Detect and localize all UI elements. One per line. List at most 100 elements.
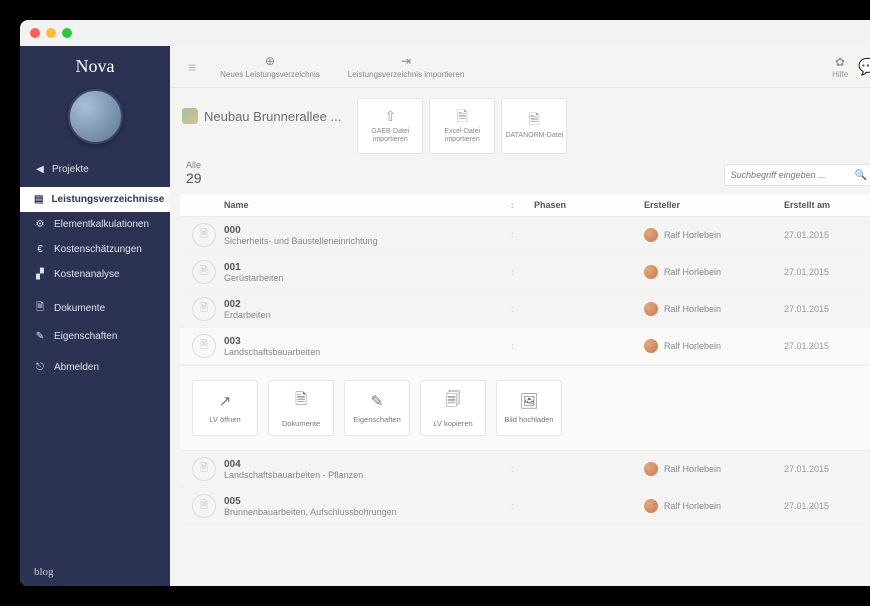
row-date: 27.01.2015 (784, 501, 870, 511)
filter-all-label[interactable]: Alle (186, 160, 202, 170)
row-name: 002Erdarbeiten (224, 299, 510, 320)
import-tiles: ⇧ GAEB-Datei importieren 🗎 Excel-Datei i… (357, 98, 567, 154)
list-icon: ▤ (34, 194, 43, 205)
row-sort-icon: ↕ (510, 464, 534, 475)
logout-icon: ⎋ (34, 362, 46, 373)
row-sort-icon: ↕ (510, 230, 534, 241)
sidebar-item-label: Leistungsverzeichnisse (51, 194, 164, 205)
top-action-label: Neues Leistungsverzeichnis (220, 70, 320, 79)
row-sort-icon: ↕ (510, 304, 534, 315)
project-avatar[interactable] (68, 89, 123, 144)
row-creator: Ralf Horlebein (644, 228, 784, 242)
plus-circle-icon: ⊕ (265, 54, 275, 68)
action-label: LV öffnen (209, 415, 240, 424)
row-name: 001Gerüstarbeiten (224, 262, 510, 283)
sidebar-item-abmelden[interactable]: ⎋ Abmelden (20, 355, 170, 380)
row-creator: Ralf Horlebein (644, 265, 784, 279)
row-name: 003Landschaftsbauarbeiten (224, 336, 510, 357)
avatar-wrap (20, 83, 170, 158)
row-creator: Ralf Horlebein (644, 462, 784, 476)
col-erstellt[interactable]: Erstellt am (784, 200, 870, 210)
action-icon: ✎ (371, 392, 384, 410)
row-action-eigenschaften[interactable]: ✎Eigenschaften (344, 380, 410, 436)
table-row[interactable]: 🗎004Landschaftsbauarbeiten - Pflanzen↕Ra… (180, 451, 870, 488)
sidebar-item-dokumente[interactable]: 🗎 Dokumente (20, 293, 170, 324)
chart-icon: ▞ (34, 269, 46, 280)
filter-row: Alle 29 🔍 (170, 154, 870, 194)
messages-button[interactable]: 💬 5 (858, 57, 870, 77)
sidebar-item-kostenanalyse[interactable]: ▞ Kostenanalyse (20, 262, 170, 287)
calc-icon: ⚙ (34, 219, 46, 230)
avatar-icon (644, 228, 658, 242)
sidebar-item-kostenschaetzungen[interactable]: € Kostenschätzungen (20, 237, 170, 262)
action-label: LV kopieren (433, 419, 472, 428)
breadcrumb[interactable]: Neubau Brunnerallee ... (182, 98, 341, 124)
table-row[interactable]: 🗎003Landschaftsbauarbeiten↕Ralf Horlebei… (180, 328, 870, 365)
action-icon: 🗐 (446, 389, 461, 414)
row-action-dokumente[interactable]: 🗎Dokumente (268, 380, 334, 436)
sidebar-nav: ◀ Projekte ▤ Leistungsverzeichnisse ⚙ El… (20, 158, 170, 380)
row-sort-icon: ↕ (510, 501, 534, 512)
row-doc-icon: 🗎 (192, 223, 216, 247)
row-date: 27.01.2015 (784, 304, 870, 314)
brand-logo[interactable]: Nova (76, 56, 115, 76)
file-icon: 🗎 (529, 112, 540, 127)
nav-back[interactable]: ◀ Projekte (20, 158, 170, 181)
search-input[interactable] (731, 170, 851, 180)
row-sort-icon: ↕ (510, 341, 534, 352)
avatar-icon (644, 339, 658, 353)
logo-area: Nova (20, 46, 170, 83)
search-icon[interactable]: 🔍 (855, 170, 867, 181)
table-row[interactable]: 🗎 000Sicherheits- und Baustelleneinrichtu… (180, 217, 870, 254)
row-name: 004Landschaftsbauarbeiten - Pflanzen (224, 459, 510, 480)
window-frame: Nova ◀ Projekte ▤ Leistungsverzeichnisse… (20, 20, 870, 586)
row-name: 005Brunnenbauarbeiten, Aufschlussbohrung… (224, 496, 510, 517)
tile-label: Excel-Datei importieren (430, 128, 494, 143)
tile-gaeb-import[interactable]: ⇧ GAEB-Datei importieren (357, 98, 423, 154)
close-dot[interactable] (30, 28, 40, 38)
project-icon (182, 108, 198, 124)
tile-excel-import[interactable]: 🗎 Excel-Datei importieren (429, 98, 495, 154)
row-name: 000Sicherheits- und Baustelleneinrichtun… (224, 225, 510, 246)
row-creator: Ralf Horlebein (644, 302, 784, 316)
row-date: 27.01.2015 (784, 230, 870, 240)
row-doc-icon: 🗎 (192, 494, 216, 518)
top-action-new-lv[interactable]: ⊕ Neues Leistungsverzeichnis (210, 46, 330, 87)
row-date: 27.01.2015 (784, 341, 870, 351)
row-sort-icon: ↕ (510, 267, 534, 278)
tile-datanorm[interactable]: 🗎 DATANORM-Datei (501, 98, 567, 154)
row-action-lv-kopieren[interactable]: 🗐 LV kopieren (420, 380, 486, 436)
tile-label: GAEB-Datei importieren (358, 128, 422, 143)
import-icon: ⇥ (401, 54, 411, 68)
minimize-dot[interactable] (46, 28, 56, 38)
row-action-lv-ffnen[interactable]: ↗LV öffnen (192, 380, 258, 436)
chat-icon: 💬 (858, 59, 870, 76)
table-header: Name ↕ Phasen Ersteller Erstellt am (180, 194, 870, 217)
table-row[interactable]: 🗎002Erdarbeiten↕Ralf Horlebein27.01.2015 (180, 291, 870, 328)
footer-brand[interactable]: blog (34, 566, 54, 578)
row-date: 27.01.2015 (784, 464, 870, 474)
col-phasen[interactable]: Phasen (534, 200, 644, 210)
sidebar-item-leistungsverzeichnisse[interactable]: ▤ Leistungsverzeichnisse (20, 187, 170, 212)
sidebar-item-eigenschaften[interactable]: ✎ Eigenschaften (20, 324, 170, 349)
table-row[interactable]: 🗎 005Brunnenbauarbeiten, Aufschlussbohrun… (180, 488, 870, 525)
document-icon: 🗎 (34, 300, 46, 317)
hamburger-icon[interactable]: ≡ (182, 46, 202, 87)
sidebar-item-label: Kostenanalyse (54, 269, 120, 280)
row-action-bild-hochladen[interactable]: 🖼Bild hochladen (496, 380, 562, 436)
sidebar-item-elementkalkulationen[interactable]: ⚙ Elementkalkulationen (20, 212, 170, 237)
row-action-panel: ↗LV öffnen🗎Dokumente✎Eigenschaften 🗐 LV ko… (180, 365, 870, 451)
col-name[interactable]: Name (224, 200, 510, 210)
help-button[interactable]: ✿ Hilfe (832, 55, 848, 79)
filter-count: 29 (186, 170, 202, 186)
row-creator: Ralf Horlebein (644, 499, 784, 513)
zoom-dot[interactable] (62, 28, 72, 38)
chevron-left-icon: ◀ (34, 164, 46, 175)
table-row[interactable]: 🗎001Gerüstarbeiten↕Ralf Horlebein27.01.2… (180, 254, 870, 291)
sort-icon[interactable]: ↕ (510, 200, 534, 210)
action-icon: 🖼 (519, 392, 538, 410)
col-ersteller[interactable]: Ersteller (644, 200, 784, 210)
sidebar-item-label: Abmelden (54, 362, 99, 373)
top-action-import-lv[interactable]: ⇥ Leistungsverzeichnis importieren (338, 46, 475, 87)
search-box[interactable]: 🔍 (724, 164, 870, 186)
